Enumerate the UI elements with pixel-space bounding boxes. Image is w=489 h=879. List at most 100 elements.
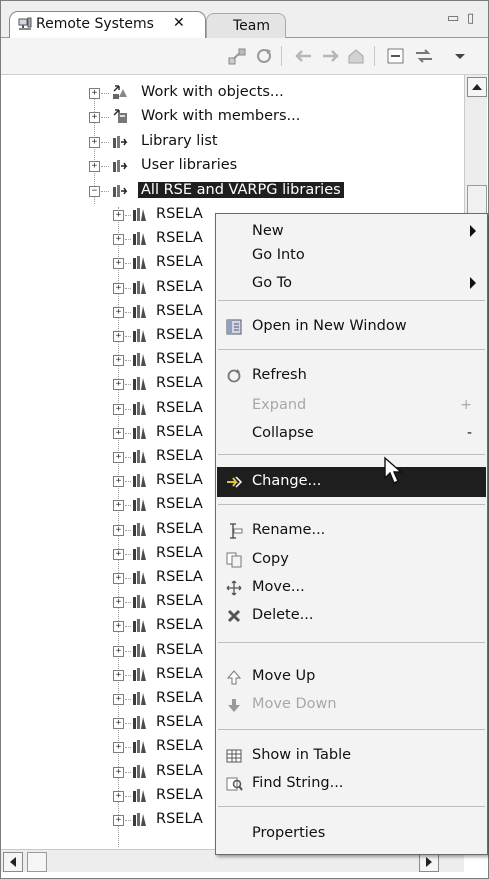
library-icon xyxy=(133,788,146,802)
tree-node-user-libraries[interactable]: + User libraries xyxy=(1,154,464,178)
library-icon xyxy=(133,619,146,633)
expand-toggle-icon[interactable]: + xyxy=(113,815,124,826)
connect-icon[interactable] xyxy=(227,46,249,66)
expand-toggle-icon[interactable]: + xyxy=(113,524,124,536)
maximize-icon[interactable]: ▯ xyxy=(467,11,474,26)
menu-separator xyxy=(218,504,485,505)
find-string-icon xyxy=(226,777,243,791)
expand-toggle-icon[interactable]: + xyxy=(113,669,124,681)
library-icon xyxy=(133,377,146,391)
tree-guide-line xyxy=(101,166,109,168)
menu-item-go-to[interactable]: Go To xyxy=(217,272,486,296)
expand-toggle-icon[interactable]: + xyxy=(113,597,124,609)
menu-item-shortcut: - xyxy=(466,425,472,441)
tree-node-work-with-objects[interactable]: + Work with objects... xyxy=(1,81,464,105)
view-menu-icon[interactable] xyxy=(449,46,471,66)
expand-toggle-icon[interactable]: + xyxy=(113,790,124,802)
menu-item-properties[interactable]: Properties xyxy=(217,822,486,846)
menu-item-label: Properties xyxy=(252,825,326,841)
expand-toggle-icon[interactable]: + xyxy=(113,427,124,439)
expand-toggle-icon[interactable]: + xyxy=(113,306,124,318)
expand-toggle-icon[interactable]: + xyxy=(113,403,124,415)
work-objects-icon xyxy=(113,85,127,99)
forward-arrow-icon[interactable] xyxy=(319,46,341,66)
menu-item-open-in-new-window[interactable]: Open in New Window xyxy=(217,315,486,339)
library-icon xyxy=(133,764,146,778)
library-label: RSELA xyxy=(156,375,203,392)
expand-toggle-icon[interactable]: + xyxy=(89,112,100,124)
expand-toggle-icon[interactable]: + xyxy=(89,136,100,148)
menu-item-label: Expand xyxy=(252,397,307,413)
menu-item-label: Move Up xyxy=(252,668,316,684)
back-arrow-icon[interactable] xyxy=(293,46,315,66)
library-icon xyxy=(133,329,146,342)
expand-toggle-icon[interactable]: + xyxy=(113,355,124,367)
expand-toggle-icon[interactable]: + xyxy=(113,500,124,512)
scroll-left-button[interactable] xyxy=(3,852,23,872)
expand-toggle-icon[interactable]: − xyxy=(89,185,100,197)
menu-item-collapse[interactable]: Collapse - xyxy=(217,422,486,446)
collapse-all-icon[interactable] xyxy=(385,46,407,66)
scroll-right-button[interactable] xyxy=(419,852,439,872)
menu-item-new[interactable]: New xyxy=(217,220,486,244)
refresh-icon[interactable] xyxy=(253,46,275,66)
expand-toggle-icon[interactable]: + xyxy=(89,88,100,99)
expand-toggle-icon[interactable]: + xyxy=(89,161,100,173)
menu-item-go-into[interactable]: Go Into xyxy=(217,244,486,268)
expand-toggle-icon[interactable]: + xyxy=(113,452,124,463)
submenu-arrow-icon xyxy=(470,277,476,289)
expand-toggle-icon[interactable]: + xyxy=(113,476,124,488)
link-with-editor-icon[interactable] xyxy=(413,46,435,66)
menu-item-move[interactable]: Move... xyxy=(217,576,486,600)
expand-toggle-icon[interactable]: + xyxy=(113,331,124,342)
tree-node-library-list[interactable]: + Library list xyxy=(1,130,464,154)
menu-item-refresh[interactable]: Refresh xyxy=(217,364,486,388)
menu-item-change[interactable]: Change... xyxy=(217,467,486,497)
tree-node-work-with-members[interactable]: + Work with members... xyxy=(1,105,464,129)
library-label: RSELA xyxy=(156,351,203,368)
scroll-up-button[interactable] xyxy=(467,77,487,97)
horizontal-scroll-thumb[interactable] xyxy=(27,852,47,872)
change-icon xyxy=(227,476,243,488)
mouse-pointer-icon xyxy=(384,456,403,484)
expand-toggle-icon[interactable]: + xyxy=(113,282,124,294)
expand-toggle-icon[interactable]: + xyxy=(113,573,124,584)
library-icon xyxy=(133,450,146,463)
library-label: RSELA xyxy=(156,399,203,416)
expand-toggle-icon[interactable]: + xyxy=(113,645,124,657)
minimize-icon[interactable]: ▭ xyxy=(447,11,459,26)
library-label: RSELA xyxy=(156,302,203,319)
menu-item-copy[interactable]: Copy xyxy=(217,548,486,572)
library-icon xyxy=(133,692,146,705)
library-label: RSELA xyxy=(156,569,203,585)
expand-toggle-icon[interactable]: + xyxy=(113,742,124,754)
menu-item-move-up[interactable]: Move Up xyxy=(217,665,486,689)
library-label: RSELA xyxy=(156,206,203,222)
menu-item-show-in-table[interactable]: Show in Table xyxy=(217,744,486,768)
close-icon[interactable]: ✕ xyxy=(173,15,185,31)
menu-item-label: New xyxy=(252,223,284,239)
menu-item-label: Refresh xyxy=(252,367,307,383)
tree-node-all-rse-and-varpg-libraries[interactable]: − All RSE and VARPG libraries xyxy=(1,179,464,203)
menu-item-find-string[interactable]: Find String... xyxy=(217,772,486,796)
menu-item-label: Go Into xyxy=(252,247,305,263)
expand-toggle-icon[interactable]: + xyxy=(113,766,124,778)
expand-toggle-icon[interactable]: + xyxy=(113,718,124,730)
tab-remote-systems[interactable]: Remote Systems ✕ xyxy=(9,11,206,38)
expand-toggle-icon[interactable]: + xyxy=(113,258,124,270)
expand-toggle-icon[interactable]: + xyxy=(113,548,124,560)
menu-item-move-down: Move Down xyxy=(217,693,486,717)
menu-item-delete[interactable]: Delete... xyxy=(217,604,486,628)
home-icon[interactable] xyxy=(345,46,367,66)
expand-toggle-icon[interactable]: + xyxy=(113,234,124,246)
tab-team[interactable]: Team xyxy=(206,13,286,38)
expand-toggle-icon[interactable]: + xyxy=(113,379,124,391)
library-label: RSELA xyxy=(156,448,203,464)
expand-toggle-icon[interactable]: + xyxy=(113,210,124,221)
expand-toggle-icon[interactable]: + xyxy=(113,621,124,633)
menu-item-rename[interactable]: Rename... xyxy=(217,519,486,543)
expand-toggle-icon[interactable]: + xyxy=(113,694,124,705)
tree-guide-line xyxy=(101,141,109,144)
table-icon xyxy=(226,749,242,763)
tree-guide-line xyxy=(101,190,109,193)
